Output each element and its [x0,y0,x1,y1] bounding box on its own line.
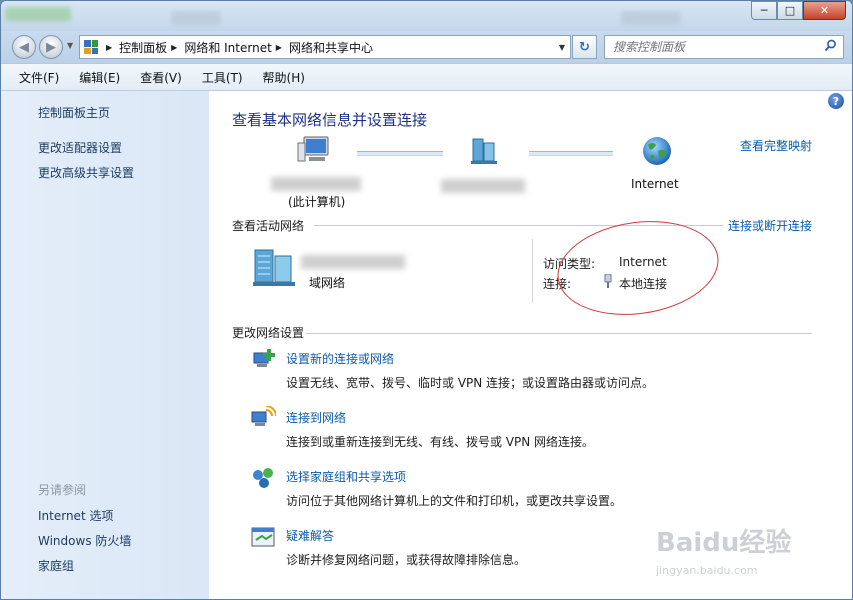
section-divider [306,333,812,334]
troubleshoot-icon [251,527,275,547]
domain-network-large-icon[interactable] [251,246,299,288]
breadcrumb-control-panel[interactable]: 控制面板 [119,39,167,56]
active-networks-heading: 查看活动网络 [232,219,305,233]
refresh-button[interactable]: ↻ [572,35,597,59]
network-type-label: 域网络 [309,276,346,290]
search-icon[interactable] [824,39,837,52]
internet-globe-icon[interactable] [641,135,673,167]
task-connect-to-network-link[interactable]: 连接到网络 [286,409,346,426]
sidebar: 控制面板主页 更改适配器设置 更改高级共享设置 另请参阅 Internet 选项… [1,91,209,599]
menu-help[interactable]: 帮助(H) [253,69,315,86]
network-name-redacted [441,179,525,193]
help-icon[interactable]: ? [828,93,844,109]
baidu-jingyan-watermark: Baidu经验 jingyan.baidu.com [652,506,802,586]
blurred-taskbar-item [5,7,71,21]
this-computer-label: (此计算机) [288,195,346,209]
task-troubleshoot-description: 诊断并修复网络问题，或获得故障排除信息。 [286,553,527,567]
menu-tools[interactable]: 工具(T) [192,69,253,86]
active-network-name-redacted [301,255,405,269]
close-button[interactable]: ✕ [803,1,846,20]
search-input[interactable] [605,36,815,58]
refresh-icon: ↻ [579,39,590,55]
task-new-connection-link[interactable]: 设置新的连接或网络 [286,350,394,367]
forward-button[interactable]: ▶ [39,35,63,59]
search-box[interactable] [604,35,844,59]
task-homegroup-sharing-link[interactable]: 选择家庭组和共享选项 [286,468,406,485]
blurred-taskbar-item [621,11,681,25]
computer-name-redacted [271,177,361,191]
watermark-logo-text: Baidu经验 [656,528,792,558]
breadcrumb-network-internet[interactable]: 网络和 Internet [184,39,271,56]
title-bar: ─ □ ✕ [1,1,852,31]
address-history-dropdown-icon[interactable]: ▼ [559,43,565,52]
red-annotation-circle [551,211,725,325]
forward-arrow-icon: ▶ [46,39,56,55]
homegroup-sharing-icon [253,468,273,488]
minimize-button[interactable]: ─ [751,1,777,20]
menu-file[interactable]: 文件(F) [9,69,69,86]
page-title: 查看基本网络信息并设置连接 [232,111,428,129]
sidebar-link-homegroup[interactable]: 家庭组 [38,557,74,574]
task-connect-to-network-description: 连接到或重新连接到无线、有线、拨号或 VPN 网络连接。 [286,435,595,449]
task-new-connection-description: 设置无线、宽带、拨号、临时或 VPN 连接；或设置路由器或访问点。 [286,376,655,390]
menu-bar: 文件(F) 编辑(E) 查看(V) 工具(T) 帮助(H) [1,63,852,91]
back-arrow-icon: ◀ [19,39,29,55]
breadcrumb-separator-icon[interactable]: ▶ [106,43,112,52]
view-full-map-link[interactable]: 查看完整映射 [740,137,812,154]
internet-label: Internet [631,177,679,191]
caption-buttons: ─ □ ✕ [751,1,846,20]
menu-view[interactable]: 查看(V) [130,69,192,86]
network-link-line [357,151,443,156]
blurred-taskbar-item [171,11,221,25]
task-troubleshoot-link[interactable]: 疑难解答 [286,527,334,544]
connect-disconnect-link[interactable]: 连接或断开连接 [728,217,812,234]
sidebar-link-change-adapter-settings[interactable]: 更改适配器设置 [38,139,122,156]
back-button[interactable]: ◀ [12,35,36,59]
network-link-line [529,151,613,156]
sidebar-link-internet-options[interactable]: Internet 选项 [38,507,113,524]
watermark-url-text: jingyan.baidu.com [656,564,758,577]
connect-to-network-icon [251,406,276,426]
control-panel-icon [84,40,98,54]
sidebar-link-control-panel-home[interactable]: 控制面板主页 [38,104,110,121]
breadcrumb-separator-icon[interactable]: ▶ [276,43,282,52]
computer-icon[interactable] [297,135,331,165]
see-also-heading: 另请参阅 [38,483,87,497]
vertical-divider [532,239,533,303]
menu-edit[interactable]: 编辑(E) [69,69,130,86]
new-connection-icon [253,349,275,367]
recent-pages-dropdown-icon[interactable]: ▼ [67,41,73,50]
task-homegroup-sharing-description: 访问位于其他网络计算机上的文件和打印机，或更改共享设置。 [286,494,623,508]
window: ─ □ ✕ ◀ ▶ ▼ ▶ 控制面板 ▶ 网络和 Internet ▶ 网络和共… [0,0,853,600]
domain-network-icon[interactable] [469,137,499,165]
breadcrumb-network-sharing-center[interactable]: 网络和共享中心 [289,39,373,56]
change-settings-heading: 更改网络设置 [232,326,305,340]
navigation-bar: ◀ ▶ ▼ ▶ 控制面板 ▶ 网络和 Internet ▶ 网络和共享中心 ▼ … [1,31,852,63]
sidebar-link-windows-firewall[interactable]: Windows 防火墙 [38,532,131,549]
sidebar-link-advanced-sharing-settings[interactable]: 更改高级共享设置 [38,164,134,181]
maximize-button[interactable]: □ [777,1,803,20]
address-bar[interactable]: ▶ 控制面板 ▶ 网络和 Internet ▶ 网络和共享中心 ▼ [79,35,571,59]
breadcrumb-separator-icon[interactable]: ▶ [171,43,177,52]
